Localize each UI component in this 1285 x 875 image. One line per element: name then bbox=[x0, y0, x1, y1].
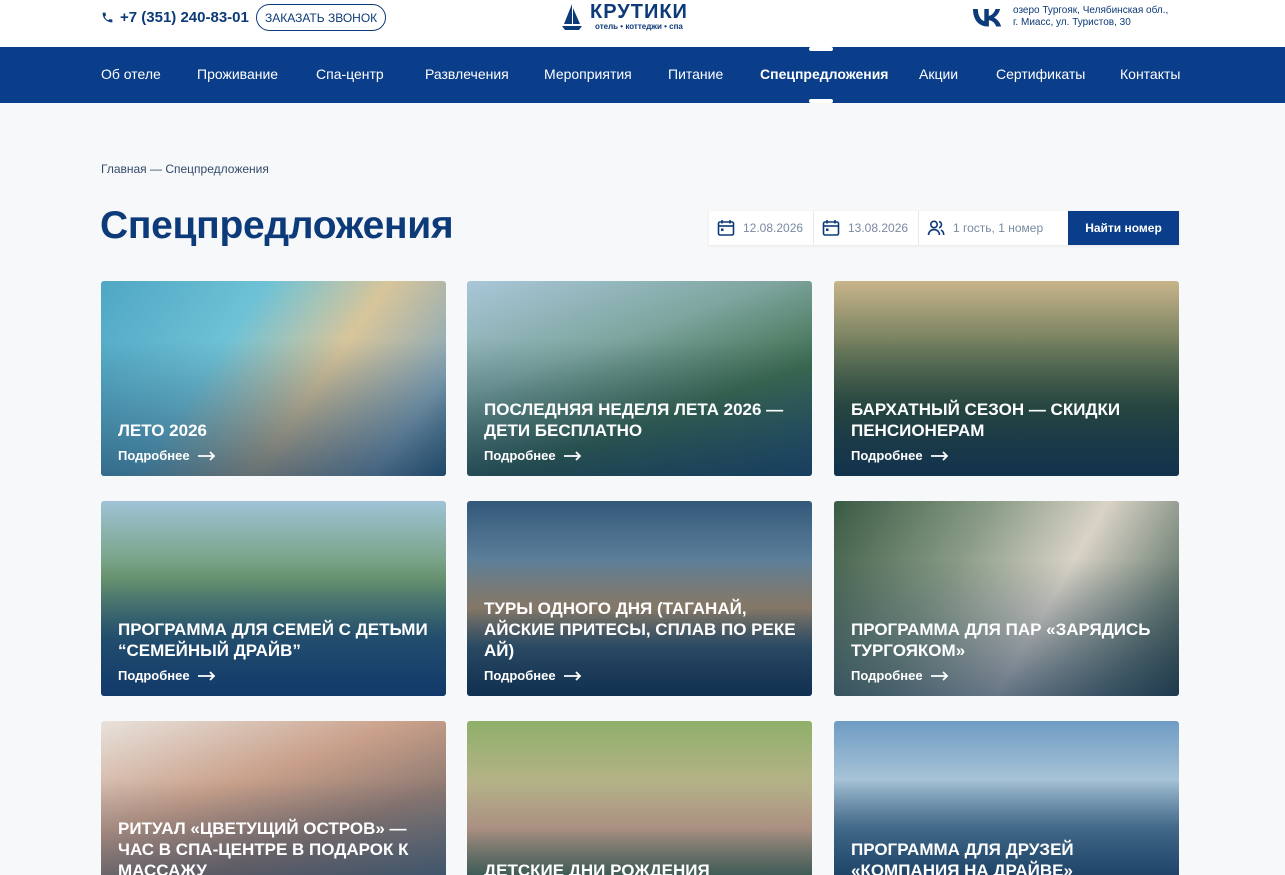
card-overlay bbox=[101, 281, 446, 476]
booking-form: 12.08.2026 13.08.2026 1 гость, 1 номер Н… bbox=[709, 211, 1179, 245]
card-overlay bbox=[101, 501, 446, 696]
nav-item-spa[interactable]: Спа-центр bbox=[316, 66, 384, 82]
guests-value: 1 гость, 1 номер bbox=[953, 221, 1044, 235]
main-nav: Об отеле Проживание Спа-центр Развлечени… bbox=[0, 47, 1285, 103]
card-more-link[interactable]: Подробнее bbox=[118, 448, 216, 463]
phone-number: +7 (351) 240-83-01 bbox=[120, 9, 249, 26]
logo[interactable]: КРУТИКИ отель • коттеджи • спа bbox=[560, 2, 688, 32]
offer-card[interactable]: Последняя неделя лета 2026 — дети беспла… bbox=[467, 281, 812, 476]
checkout-date-value: 13.08.2026 bbox=[848, 221, 909, 235]
more-label: Подробнее bbox=[484, 668, 556, 683]
offer-card[interactable]: Программа для семей с детьми “Семейный д… bbox=[101, 501, 446, 696]
more-label: Подробнее bbox=[851, 668, 923, 683]
active-nav-marker-bottom bbox=[809, 99, 833, 103]
arrow-right-icon bbox=[930, 670, 948, 681]
top-bar: +7 (351) 240-83-01 ЗАКАЗАТЬ ЗВОНОК КРУТИ… bbox=[0, 0, 1285, 47]
card-more-link[interactable]: Подробнее bbox=[484, 668, 582, 683]
offer-card[interactable]: Детские дни рождения Подробнее bbox=[467, 721, 812, 875]
arrow-right-icon bbox=[930, 450, 948, 461]
arrow-right-icon bbox=[563, 450, 581, 461]
offer-card[interactable]: Бархатный сезон — скидки пенсионерам Под… bbox=[834, 281, 1179, 476]
nav-item-special-offers[interactable]: Спецпредложения bbox=[760, 66, 888, 82]
card-overlay bbox=[467, 281, 812, 476]
arrow-right-icon bbox=[197, 450, 215, 461]
active-nav-marker-top bbox=[809, 47, 833, 51]
offer-card[interactable]: Ритуал «Цветущий остров» — час в спа-цен… bbox=[101, 721, 446, 875]
nav-item-entertainment[interactable]: Развлечения bbox=[425, 66, 509, 82]
offer-card[interactable]: Лето 2026 Подробнее bbox=[101, 281, 446, 476]
more-label: Подробнее bbox=[851, 448, 923, 463]
card-more-link[interactable]: Подробнее bbox=[851, 448, 949, 463]
address-line-1: озеро Тургояк, Челябинская обл., bbox=[1013, 5, 1169, 16]
logo-name: КРУТИКИ bbox=[590, 1, 688, 23]
card-title: Программа для друзей «Компания на драйве… bbox=[851, 840, 1074, 875]
card-more-link[interactable]: Подробнее bbox=[851, 668, 949, 683]
checkin-date-value: 12.08.2026 bbox=[743, 221, 804, 235]
nav-item-contacts[interactable]: Контакты bbox=[1120, 66, 1180, 82]
sailboat-icon bbox=[562, 4, 582, 30]
guests-field[interactable]: 1 гость, 1 номер bbox=[919, 211, 1068, 245]
card-more-link[interactable]: Подробнее bbox=[484, 448, 582, 463]
offer-card[interactable]: Программа для пар «Зарядись Тургояком» П… bbox=[834, 501, 1179, 696]
card-title: Бархатный сезон — скидки пенсионерам bbox=[851, 400, 1121, 440]
card-overlay bbox=[834, 501, 1179, 696]
checkin-date-field[interactable]: 12.08.2026 bbox=[709, 211, 814, 245]
more-label: Подробнее bbox=[118, 668, 190, 683]
offer-card[interactable]: Программа для друзей «Компания на драйве… bbox=[834, 721, 1179, 875]
card-more-link[interactable]: Подробнее bbox=[118, 668, 216, 683]
arrow-right-icon bbox=[563, 670, 581, 681]
card-title: Лето 2026 bbox=[118, 421, 207, 440]
card-title: Программа для пар «Зарядись Тургояком» bbox=[851, 620, 1151, 660]
page-title: Спецпредложения bbox=[100, 204, 454, 247]
nav-item-promotions[interactable]: Акции bbox=[919, 66, 958, 82]
calendar-icon bbox=[822, 220, 840, 236]
breadcrumb[interactable]: Главная — Спецпредложения bbox=[101, 162, 269, 176]
card-title: Последняя неделя лета 2026 — дети беспла… bbox=[484, 400, 784, 440]
logo-tagline: отель • коттеджи • спа bbox=[595, 22, 683, 31]
card-title: Туры одного дня (Таганай, Айские притесы… bbox=[484, 599, 796, 660]
card-overlay bbox=[834, 281, 1179, 476]
nav-item-events[interactable]: Мероприятия bbox=[544, 66, 632, 82]
vk-icon[interactable] bbox=[973, 9, 1002, 27]
offer-card[interactable]: Туры одного дня (Таганай, Айские притесы… bbox=[467, 501, 812, 696]
more-label: Подробнее bbox=[118, 448, 190, 463]
calendar-icon bbox=[717, 220, 735, 236]
nav-item-food[interactable]: Питание bbox=[668, 66, 723, 82]
address-line-2: г. Миасс, ул. Туристов, 30 bbox=[1013, 17, 1131, 28]
checkout-date-field[interactable]: 13.08.2026 bbox=[814, 211, 919, 245]
card-overlay bbox=[467, 721, 812, 875]
card-title: Детские дни рождения bbox=[484, 861, 710, 875]
nav-item-accommodation[interactable]: Проживание bbox=[197, 66, 278, 82]
card-title: Программа для семей с детьми “Семейный д… bbox=[118, 620, 428, 660]
guests-icon bbox=[927, 220, 945, 236]
more-label: Подробнее bbox=[484, 448, 556, 463]
card-title: Ритуал «Цветущий остров» — час в спа-цен… bbox=[118, 819, 409, 875]
find-room-button[interactable]: Найти номер bbox=[1068, 211, 1179, 245]
nav-item-about[interactable]: Об отеле bbox=[101, 66, 161, 82]
arrow-right-icon bbox=[197, 670, 215, 681]
hotel-address: озеро Тургояк, Челябинская обл., г. Миас… bbox=[1013, 5, 1193, 29]
phone-link[interactable]: +7 (351) 240-83-01 bbox=[101, 9, 249, 26]
nav-item-certificates[interactable]: Сертификаты bbox=[996, 66, 1085, 82]
phone-icon bbox=[102, 12, 113, 23]
callback-button[interactable]: ЗАКАЗАТЬ ЗВОНОК bbox=[256, 4, 387, 31]
